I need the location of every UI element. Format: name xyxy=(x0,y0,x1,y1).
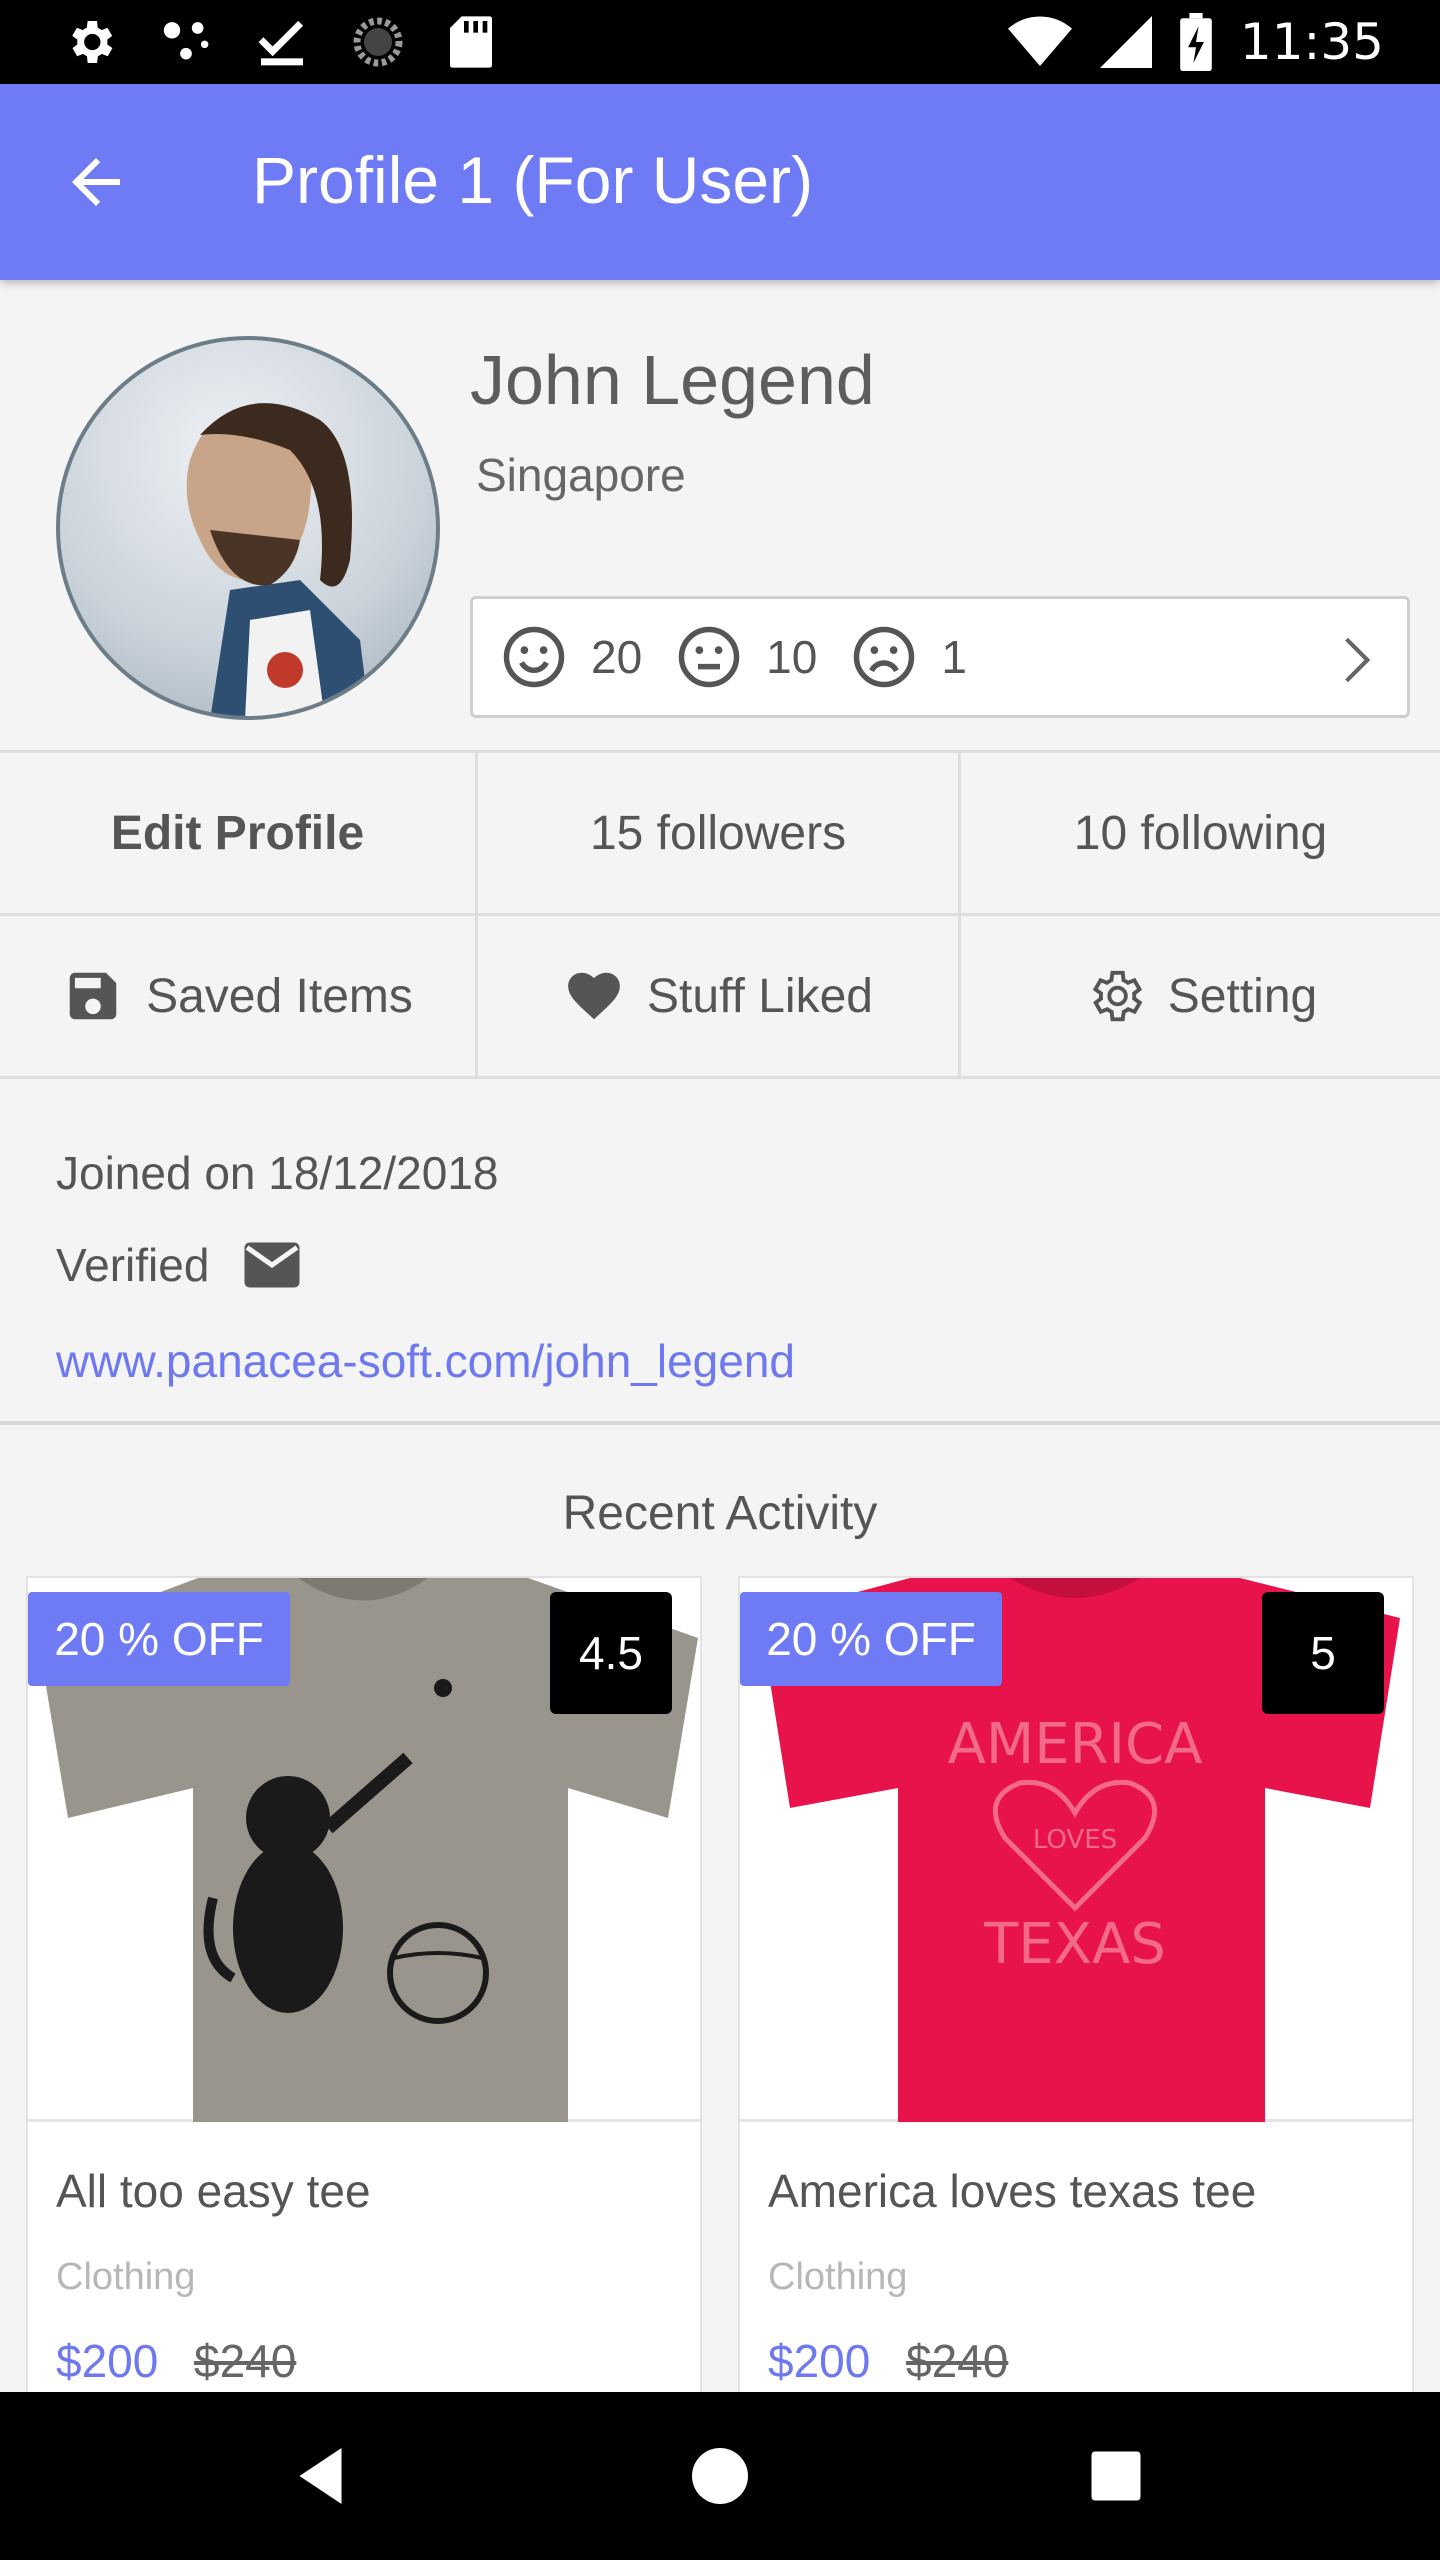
followers-label: 15 followers xyxy=(589,806,847,860)
product-original-price: $240 xyxy=(194,2335,297,2387)
status-left-icons xyxy=(62,12,496,72)
sad-count: 1 xyxy=(941,631,967,683)
neutral-count: 10 xyxy=(766,631,818,683)
status-bar: 11:35 xyxy=(0,0,1440,84)
product-title: All too easy tee xyxy=(56,2165,371,2217)
profile-actions-grid: Edit Profile 15 followers 10 following S… xyxy=(0,750,1440,1080)
shirt-print-texas: TEXAS xyxy=(983,1912,1166,1977)
saved-items-button[interactable]: Saved Items xyxy=(0,916,478,1076)
product-price: $200 xyxy=(768,2335,871,2387)
setting-button[interactable]: Setting xyxy=(961,916,1440,1076)
app-bar: Profile 1 (For User) xyxy=(0,84,1440,280)
product-category: Clothing xyxy=(768,2256,908,2298)
avatar[interactable] xyxy=(56,336,440,720)
profile-stats-row: Edit Profile 15 followers 10 following xyxy=(0,753,1440,916)
nav-home-icon[interactable] xyxy=(678,2434,762,2518)
saved-items-label: Saved Items xyxy=(146,969,413,1023)
shirt-print-america: AMERICA xyxy=(948,1712,1203,1777)
product-price: $200 xyxy=(56,2335,159,2387)
page-title: Profile 1 (For User) xyxy=(252,143,814,217)
profile-website-link[interactable]: www.panacea-soft.com/john_legend xyxy=(56,1334,795,1388)
profile-header: John Legend Singapore 20 10 1 xyxy=(0,280,1440,750)
profile-location: Singapore xyxy=(476,449,686,501)
discount-badge: 20 % OFF xyxy=(740,1592,1002,1686)
followers-button[interactable]: 15 followers xyxy=(478,753,961,913)
setting-label: Setting xyxy=(1167,969,1318,1023)
product-title: America loves texas tee xyxy=(768,2165,1257,2217)
ratings-summary[interactable]: 20 10 1 xyxy=(470,596,1410,718)
edit-profile-label: Edit Profile xyxy=(110,806,365,860)
verified-label: Verified xyxy=(56,1239,210,1291)
settings-icon xyxy=(72,21,113,63)
product-category: Clothing xyxy=(56,2256,196,2298)
product-card[interactable]: 20 % OFF 4.5 All too easy tee Clothing $… xyxy=(26,1576,702,2400)
system-nav-bar xyxy=(0,2392,1440,2560)
happy-count: 20 xyxy=(591,631,643,683)
sync-icon xyxy=(353,17,403,67)
following-button[interactable]: 10 following xyxy=(961,753,1440,913)
cast-icon xyxy=(163,22,209,60)
gear-icon xyxy=(1092,970,1143,1022)
status-right-icons: 11:35 xyxy=(1007,12,1384,72)
verified-status: Verified xyxy=(56,1238,303,1292)
stuff-liked-label: Stuff Liked xyxy=(647,969,873,1023)
battery-charging-icon xyxy=(1180,13,1212,71)
joined-date: Joined on 18/12/2018 xyxy=(56,1147,499,1199)
neutral-face-icon xyxy=(678,626,740,688)
save-icon xyxy=(69,972,117,1020)
arrow-back-icon[interactable] xyxy=(60,146,132,218)
wifi-icon xyxy=(1007,16,1072,66)
signal-icon xyxy=(1099,16,1152,68)
edit-profile-button[interactable]: Edit Profile xyxy=(0,753,478,913)
chevron-right-icon xyxy=(1345,637,1371,683)
rating-badge: 4.5 xyxy=(550,1592,672,1714)
rating-badge: 5 xyxy=(1262,1592,1384,1714)
product-card[interactable]: AMERICA LOVES TEXAS 20 % OFF 5 America l… xyxy=(738,1576,1414,2400)
status-time: 11:35 xyxy=(1239,13,1384,71)
email-icon xyxy=(244,1242,300,1288)
checkmark-icon xyxy=(258,20,304,66)
profile-info: Joined on 18/12/2018 Verified www.panace… xyxy=(0,1080,1440,1425)
avatar-photo xyxy=(186,403,370,716)
nav-recents-icon[interactable] xyxy=(1074,2434,1158,2518)
profile-name: John Legend xyxy=(470,341,875,419)
sd-card-icon xyxy=(450,16,492,68)
heart-icon xyxy=(568,972,620,1020)
sad-face-icon xyxy=(854,626,915,688)
product-image: AMERICA LOVES TEXAS 20 % OFF 5 xyxy=(740,1578,1412,2122)
product-image: 20 % OFF 4.5 xyxy=(28,1578,700,2122)
recent-activity-heading: Recent Activity xyxy=(562,1487,878,1540)
profile-links-row: Saved Items Stuff Liked Setting xyxy=(0,916,1440,1079)
nav-back-icon[interactable] xyxy=(282,2434,366,2518)
product-original-price: $240 xyxy=(906,2335,1009,2387)
discount-badge: 20 % OFF xyxy=(28,1592,290,1686)
stuff-liked-button[interactable]: Stuff Liked xyxy=(478,916,961,1076)
shirt-print-loves: LOVES xyxy=(1033,1825,1117,1855)
happy-face-icon xyxy=(503,626,565,688)
following-label: 10 following xyxy=(1073,806,1328,860)
